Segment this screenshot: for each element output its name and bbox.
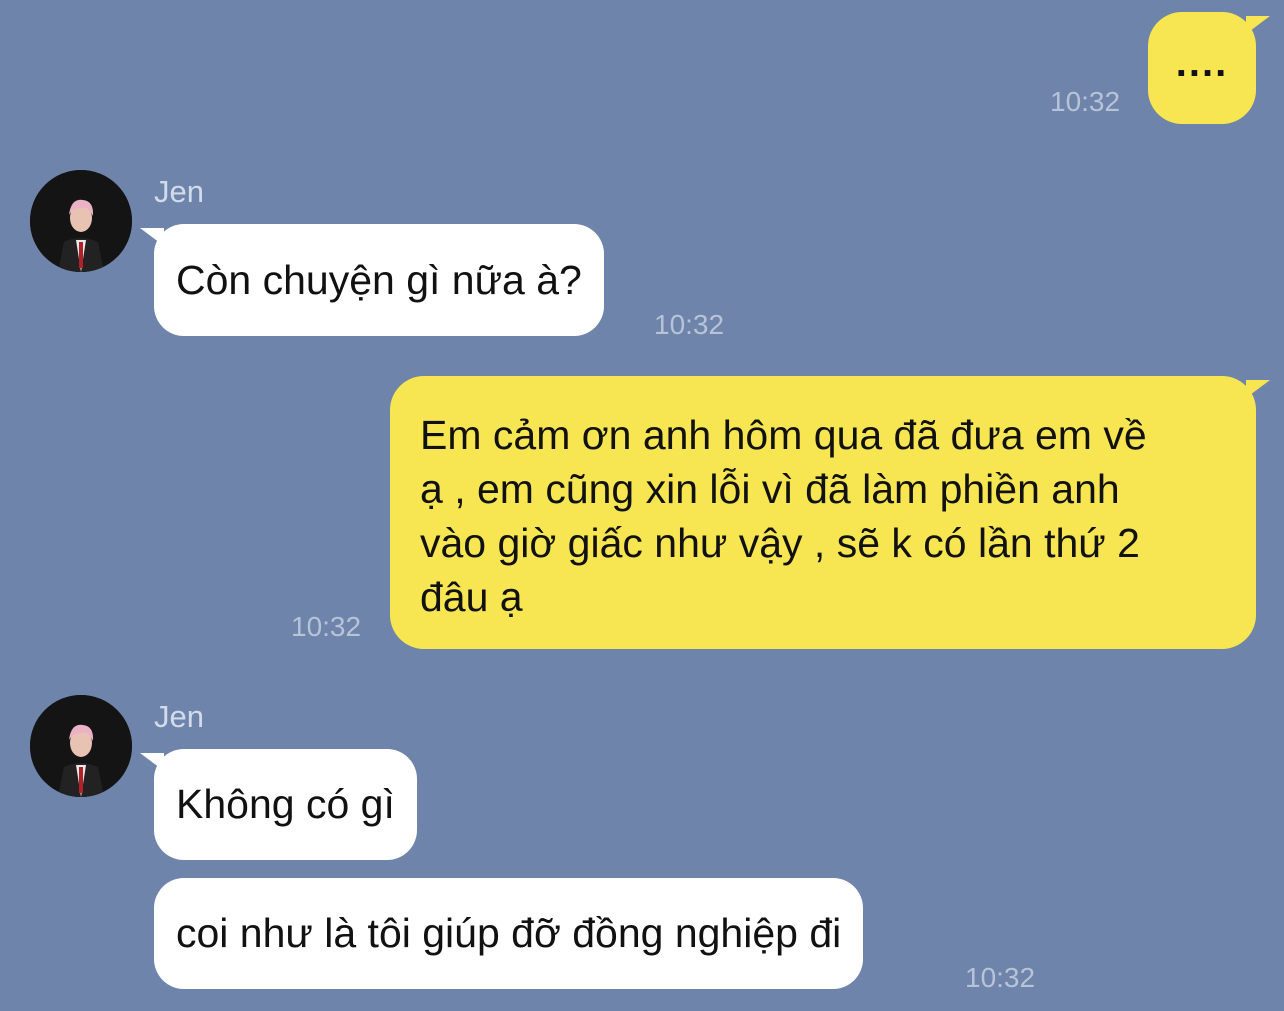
message-text: Còn chuyện gì nữa à? — [176, 256, 582, 303]
message-text: .... — [1175, 40, 1229, 85]
bubble-tail — [140, 753, 164, 771]
sender-avatar[interactable] — [30, 695, 132, 797]
message-text: coi như là tôi giúp đỡ đồng nghiệp đi — [176, 910, 842, 956]
sender-name: Jen — [154, 174, 204, 209]
message-timestamp: 10:32 — [654, 309, 725, 340]
bubble-tail — [140, 228, 164, 246]
avatar-photo-icon — [30, 170, 132, 272]
outgoing-message-bubble[interactable]: .... — [1148, 12, 1270, 124]
message-text: Không có gì — [176, 781, 395, 827]
message-line: ạ , em cũng xin lỗi vì đã làm phiền anh — [420, 466, 1120, 512]
message-timestamp: 10:32 — [1050, 86, 1121, 117]
incoming-message-bubble[interactable]: Còn chuyện gì nữa à? — [140, 224, 604, 336]
incoming-message-bubble[interactable]: Không có gì — [140, 749, 417, 860]
message-timestamp: 10:32 — [965, 962, 1036, 993]
message-line: vào giờ giấc như vậy , sẽ k có lần thứ 2 — [420, 520, 1140, 566]
message-text: Em cảm ơn anh hôm qua đã đưa em về ạ , e… — [420, 408, 1230, 624]
bubble-tail — [1246, 16, 1270, 34]
outgoing-message-bubble[interactable]: Em cảm ơn anh hôm qua đã đưa em về ạ , e… — [390, 376, 1270, 649]
message-line: Em cảm ơn anh hôm qua đã đưa em về — [420, 412, 1147, 458]
avatar-photo-icon — [30, 695, 132, 797]
message-line: đâu ạ — [420, 574, 523, 620]
sender-name: Jen — [154, 699, 204, 734]
sender-avatar[interactable] — [30, 170, 132, 272]
bubble-tail — [1246, 380, 1270, 398]
message-timestamp: 10:32 — [291, 611, 362, 642]
incoming-message-bubble[interactable]: coi như là tôi giúp đỡ đồng nghiệp đi — [154, 878, 864, 989]
